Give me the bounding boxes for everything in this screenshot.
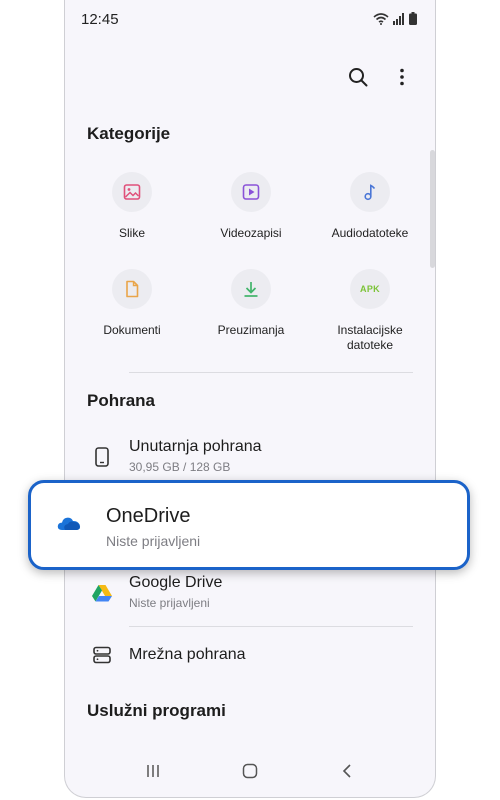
phone-screen: 12:45 Kategorije Slike Videozapisi Audio… <box>64 0 436 798</box>
category-videos[interactable]: Videozapisi <box>192 172 310 241</box>
category-install-files[interactable]: APK Instalacijske datoteke <box>311 269 429 353</box>
image-icon <box>123 184 141 200</box>
storage-item-title: OneDrive <box>106 505 191 527</box>
category-label: Slike <box>118 226 145 240</box>
back-icon <box>342 764 351 778</box>
storage-item-title: Unutarnja pohrana <box>129 438 262 455</box>
category-icon-circle <box>231 172 271 212</box>
category-label: Dokumenti <box>103 323 161 337</box>
status-time: 12:45 <box>81 11 119 28</box>
utilities-title: Uslužni programi <box>87 701 226 720</box>
battery-icon <box>409 12 417 25</box>
recent-apps-icon <box>147 765 160 777</box>
category-icon-circle <box>350 172 390 212</box>
storage-item-onedrive[interactable]: OneDrive Niste prijavljeni <box>28 480 470 570</box>
signal-icon <box>393 12 404 25</box>
storage-item-title: Mrežna pohrana <box>129 646 246 663</box>
category-label: Videozapisi <box>220 226 282 240</box>
list-divider <box>129 626 413 627</box>
onedrive-cloud-icon <box>57 515 81 536</box>
search-button[interactable] <box>345 64 371 90</box>
storage-title: Pohrana <box>87 391 156 410</box>
status-icons <box>373 12 417 25</box>
more-options-button[interactable] <box>389 64 415 90</box>
video-icon <box>242 184 260 200</box>
storage-item-network[interactable]: Mrežna pohrana <box>65 636 435 676</box>
apk-icon: APK <box>360 284 380 294</box>
categories-title: Kategorije <box>87 124 171 143</box>
category-icon-circle <box>112 172 152 212</box>
storage-item-internal[interactable]: Unutarnja pohrana 30,95 GB / 128 GB <box>65 432 435 484</box>
home-button[interactable] <box>235 756 265 786</box>
category-label: Instalacijske datoteke <box>337 323 403 352</box>
category-downloads[interactable]: Preuzimanja <box>192 269 310 338</box>
document-icon <box>126 280 139 298</box>
category-label: Audiodatoteke <box>331 226 409 240</box>
network-storage-icon <box>89 642 115 668</box>
top-actions <box>345 64 415 90</box>
category-icon-circle <box>112 269 152 309</box>
search-icon <box>349 68 368 87</box>
google-drive-icon <box>89 580 115 606</box>
storage-item-subtitle: Niste prijavljeni <box>129 596 210 610</box>
music-note-icon <box>364 184 376 201</box>
category-audio[interactable]: Audiodatoteke <box>311 172 429 241</box>
status-bar: 12:45 <box>65 0 435 38</box>
wifi-icon <box>373 12 389 25</box>
home-icon <box>242 763 258 779</box>
category-images[interactable]: Slike <box>73 172 191 241</box>
phone-icon <box>89 444 115 470</box>
download-icon <box>244 282 258 297</box>
storage-item-subtitle: 30,95 GB / 128 GB <box>129 460 231 474</box>
category-documents[interactable]: Dokumenti <box>73 269 191 338</box>
category-icon-circle: APK <box>350 269 390 309</box>
storage-item-subtitle: Niste prijavljeni <box>106 533 201 549</box>
recent-apps-button[interactable] <box>138 756 168 786</box>
phone-side-button <box>430 150 435 268</box>
back-button[interactable] <box>332 756 362 786</box>
section-divider <box>129 372 413 373</box>
more-vertical-icon <box>400 68 404 86</box>
category-icon-circle <box>231 269 271 309</box>
category-label: Preuzimanja <box>217 323 285 337</box>
storage-item-title: Google Drive <box>129 574 223 591</box>
navigation-bar <box>65 745 435 797</box>
storage-item-google-drive[interactable]: Google Drive Niste prijavljeni <box>65 568 435 620</box>
